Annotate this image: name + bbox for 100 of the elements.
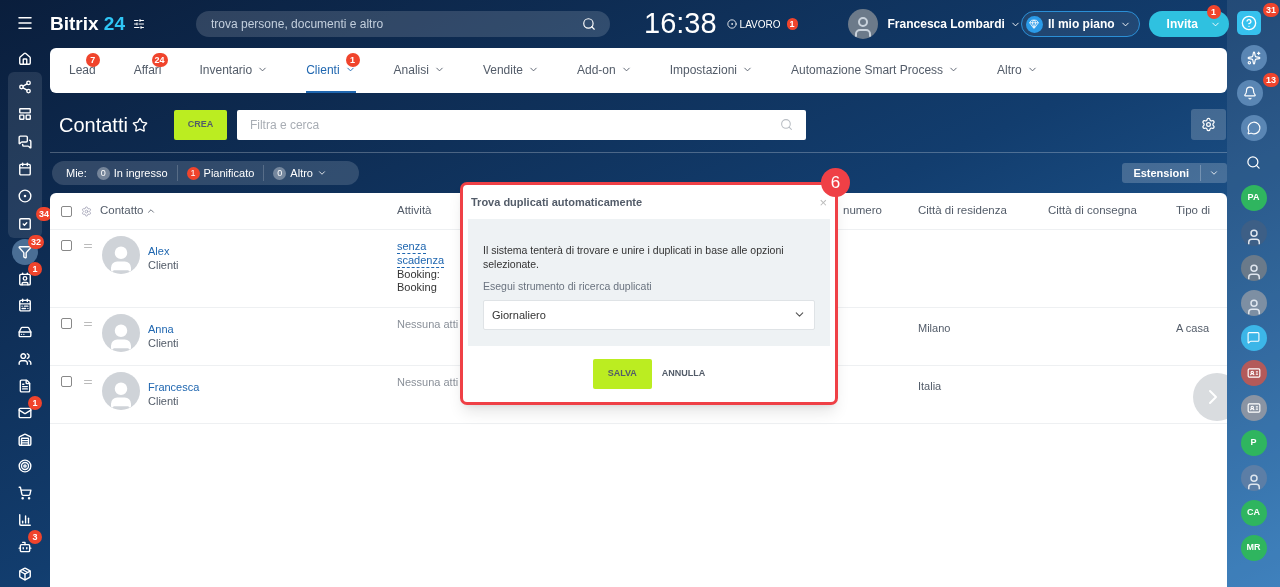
count-badge: 1 bbox=[345, 53, 360, 67]
row-checkbox[interactable] bbox=[61, 376, 72, 387]
activity-link[interactable]: senza bbox=[397, 240, 427, 254]
contact-card-icon bbox=[18, 271, 32, 286]
robot-icon bbox=[18, 539, 32, 554]
settings-button[interactable] bbox=[1191, 109, 1226, 140]
count-badge: 32 bbox=[28, 235, 44, 250]
nav-tab[interactable]: Altro bbox=[997, 48, 1038, 93]
user-avatar[interactable] bbox=[847, 9, 878, 39]
caret-icon bbox=[1209, 168, 1219, 178]
chat-button[interactable] bbox=[1240, 324, 1267, 351]
circle-icon bbox=[18, 189, 32, 204]
sliders-icon bbox=[133, 18, 145, 30]
plan-button[interactable]: Il mio piano bbox=[1020, 11, 1140, 37]
calendar-icon bbox=[18, 161, 32, 176]
contact-type: Clienti bbox=[148, 394, 179, 408]
help-button[interactable] bbox=[1237, 10, 1261, 35]
bell-icon bbox=[1243, 85, 1257, 100]
contact-name-link[interactable]: Alex bbox=[148, 244, 170, 258]
target-icon bbox=[18, 459, 32, 474]
star-icon[interactable] bbox=[131, 116, 148, 133]
contact-type: Clienti bbox=[148, 336, 179, 350]
filter-search-field[interactable]: Filtra e cerca bbox=[236, 109, 806, 140]
counter-filter[interactable]: 0 In ingresso bbox=[96, 164, 178, 182]
save-button[interactable]: SALVA bbox=[592, 358, 652, 389]
contact-avatar[interactable] bbox=[1240, 254, 1267, 281]
contact-type: Clienti bbox=[148, 258, 179, 272]
work-status-button[interactable]: LAVORO 1 bbox=[726, 16, 798, 32]
help-icon bbox=[1241, 14, 1257, 31]
contact-card-button[interactable] bbox=[1240, 359, 1267, 386]
count-badge: 31 bbox=[1263, 3, 1279, 17]
cancel-button[interactable]: ANNULLA bbox=[661, 367, 706, 381]
gem-icon bbox=[1029, 19, 1040, 29]
sort-icon bbox=[146, 206, 157, 216]
count-badge: 1 bbox=[28, 396, 42, 411]
column-header[interactable]: numero bbox=[843, 202, 882, 220]
contact-avatar[interactable] bbox=[1240, 289, 1267, 316]
search-icon bbox=[779, 117, 793, 131]
select-all-checkbox[interactable] bbox=[61, 205, 72, 217]
row-checkbox[interactable] bbox=[61, 240, 72, 251]
contact-name-link[interactable]: Anna bbox=[148, 322, 174, 336]
logo: Bitrix 24 bbox=[50, 11, 125, 36]
count-badge: 7 bbox=[85, 53, 100, 67]
id-card-icon bbox=[1246, 365, 1261, 380]
chat-icon bbox=[18, 134, 32, 149]
checkbox-icon bbox=[18, 216, 32, 231]
create-button[interactable]: CREA bbox=[173, 109, 227, 140]
count-badge: 1 bbox=[1206, 5, 1221, 19]
user-menu[interactable]: Francesca Lombardi bbox=[887, 15, 1021, 33]
column-header[interactable]: Città di consegna bbox=[1048, 202, 1137, 220]
drive-icon bbox=[18, 325, 32, 340]
contact-name-link[interactable]: Francesca bbox=[148, 380, 200, 394]
contact-avatar[interactable] bbox=[1240, 464, 1267, 491]
cart-icon bbox=[18, 486, 32, 501]
dialog-title: Trova duplicati automaticamente bbox=[471, 194, 643, 210]
package-icon bbox=[18, 566, 32, 581]
nav-tab[interactable]: Add-on bbox=[576, 48, 632, 93]
activity-note: Nessuna atti bbox=[397, 318, 459, 331]
filter-icon bbox=[18, 244, 32, 259]
counter-badge: 0 bbox=[273, 166, 287, 180]
nav-tab[interactable]: Impostazioni bbox=[669, 48, 754, 93]
column-header[interactable]: Contatto bbox=[100, 202, 157, 220]
extensions-button[interactable]: Estensioni bbox=[1122, 163, 1227, 183]
contact-card-button[interactable] bbox=[1240, 394, 1267, 421]
activity-link[interactable]: scadenza bbox=[397, 254, 445, 268]
row-checkbox[interactable] bbox=[61, 318, 72, 329]
activity-text: Booking: bbox=[397, 268, 440, 281]
chat-icon bbox=[1247, 331, 1260, 344]
bar-chart-icon bbox=[18, 512, 32, 527]
copilot-button[interactable] bbox=[1240, 44, 1267, 71]
counter-filter[interactable]: 0 Altro bbox=[273, 164, 336, 182]
messages-button[interactable] bbox=[1240, 114, 1267, 141]
id-card-icon bbox=[1246, 400, 1261, 415]
users-icon bbox=[18, 352, 32, 367]
column-header[interactable]: Città di residenza bbox=[918, 202, 1007, 220]
nav-tab[interactable]: Analisi bbox=[393, 48, 445, 93]
warehouse-icon bbox=[18, 432, 32, 447]
stop-icon bbox=[726, 19, 737, 29]
activity-note: Nessuna atti bbox=[397, 376, 459, 389]
settings-icon bbox=[1201, 117, 1216, 132]
column-header[interactable]: Attività bbox=[397, 202, 432, 220]
nav-tab[interactable]: Automazione Smart Process bbox=[791, 48, 960, 93]
counter-filter[interactable]: 1 Pianificato bbox=[186, 164, 265, 182]
counter-badge: 1 bbox=[186, 166, 200, 180]
nav-tab[interactable]: Vendite bbox=[482, 48, 539, 93]
chat-icon bbox=[1246, 120, 1261, 135]
field-label: Esegui strumento di ricerca duplicati bbox=[483, 279, 652, 294]
count-badge: 1 bbox=[786, 18, 798, 30]
document-icon bbox=[18, 378, 32, 393]
activity-text: Booking bbox=[397, 281, 437, 294]
nav-tab[interactable]: Inventario bbox=[199, 48, 269, 93]
home-icon bbox=[18, 51, 32, 66]
frequency-select[interactable]: Giornaliero bbox=[483, 299, 815, 330]
calendar-icon bbox=[18, 298, 32, 313]
column-header[interactable]: Tipo di bbox=[1176, 202, 1211, 220]
notifications-button[interactable] bbox=[1237, 79, 1263, 106]
count-badge: 13 bbox=[1263, 73, 1279, 87]
clock: 16:38 bbox=[644, 6, 717, 42]
mail-icon bbox=[18, 405, 32, 420]
contact-avatar[interactable] bbox=[1240, 219, 1267, 246]
